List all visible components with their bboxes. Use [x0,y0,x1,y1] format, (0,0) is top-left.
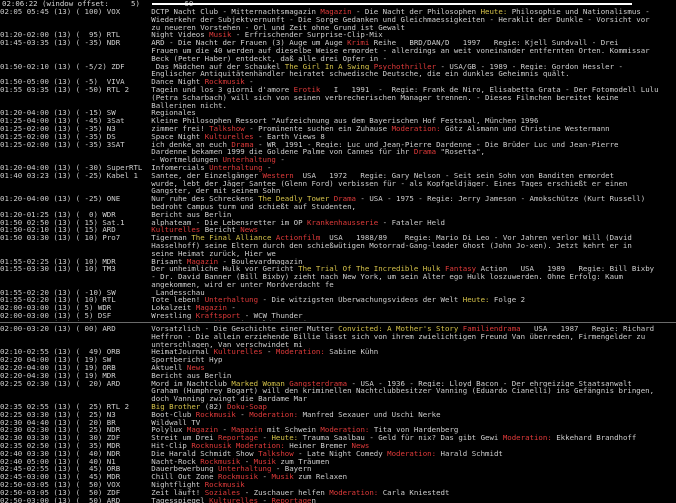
schedule-entry-line: 02:00-03:00 (13) ( 5) DSF Wrestling Kraf… [0,312,303,320]
schedule-entry-line: - Wortmeldungen Unterhaltung - [0,156,285,164]
schedule-entry-line: 01:50 03:30 (13) ( 10) Pro7 Tigerman The… [0,234,632,242]
schedule-entry-line: 02:30 02:30 (13) ( 25) NDR Polylux Magaz… [0,426,459,435]
schedule-entry-line: 02:45-02:55 (13) ( 45) ORB Dauerbewerbun… [0,465,312,474]
schedule-entry-line: 01:55-02:20 (13) ( 10) RTL Tote leben! U… [0,296,526,305]
schedule-entry-line: 02:10-02:55 (13) ( 49) ORB HeimatJournal… [0,348,379,357]
schedule-entry-line: 01:45-03:35 (13) ( -35) NDR ARD - Die Na… [0,39,619,47]
schedule-entry-line: Englischer Antiquitätenhändler heiratet … [0,70,570,79]
schedule-entry-line: Beck (Peter Haber) entdeckt, daß alle dr… [0,54,388,63]
schedule-entry-line: Hasselhoff) seine Eltern durch den schie… [0,241,632,250]
progress-rule [152,3,632,5]
schedule-entry-line: 02:50-03:05 (13) ( 50) ZDF Zeit läuft! S… [0,488,450,497]
status-bar: 02:06:22 (window offset: 5) 60 [0,0,676,7]
schedule-entry-line: 01:55 03:35 (13) ( -50) RTL 2 Tagein und… [0,85,659,94]
schedule-entry-line: - Dr. David Banner (Bill Bixby) zieht na… [0,273,623,281]
schedule-entry-line: 02:40 03:30 (13) ( 40) NDR Die Harald Sc… [0,449,503,458]
schedule-entry-line: 01:20-02:00 (13) ( 95) RTL Night Videos … [0,31,383,40]
schedule-entry-line: Heffron - Die allein erziehende Billie l… [0,332,646,341]
schedule-entry-line: 01:55-02:20 (13) ( -10) SW Landesschau [0,288,205,297]
schedule-entry-line: 01:25-04:00 (13) ( -45) 3Sat Kleine Phil… [0,117,539,125]
schedule-entry-line: 02:00-03:20 (13) ( 00) ARD Vorsatzlich -… [0,325,655,333]
schedule-entry-line: 01:20-04:00 (13) ( -30) SuperRTL Infomer… [0,163,272,172]
schedule-pane-top[interactable]: 02:05 05:45 (13) ( 100) VOX DCTP Nacht C… [0,8,676,321]
schedule-entry-line: 02:50-03:05 (13) ( 50) VOX Nightflight R… [0,480,245,489]
schedule-entry-line: Frauen um die 40 werden auf dieselbe Wei… [0,46,650,55]
schedule-entry-line: 02:35 02:55 (13) ( 25) RTL 2 Big Brother… [0,402,267,411]
schedule-entry-line: seine Heimat zurück, Hier we [0,249,276,258]
schedule-entry-line: 01:20-04:00 (13) ( -25) ONE Nur ruhe des… [0,195,646,203]
schedule-entry-line: Wiederkehr der Subjektvernunft - Die Sor… [0,15,650,24]
schedule-entry-line: bedroht Campus turm und schießt auf Stud… [0,202,356,211]
schedule-entry-line: 02:00-03:00 (13) ( 5) WDR Lokalzeit Maga… [0,304,236,313]
schedule-entry-line: zu neueren Vorstehen - Orl und Zeit ohne… [0,23,405,32]
schedule-entry-line: 01:50-05:00 (13) ( -5) VIVA Dance Night … [0,78,254,86]
schedule-entry-line: 01:50-02:10 (13) ( -5/2) ZDF Das Mädchen… [0,62,623,71]
schedule-entry-line: doch Vanning zwingt die Bardame Mar [0,395,308,403]
schedule-entry-line: wurde, lebt der Jäger Santee (Glenn Ford… [0,179,628,188]
schedule-entry-line: 02:30 04:40 (13) ( 20) BR Wildwall TV [0,418,201,427]
schedule-entry-line: Ballerinen nicht. [0,101,227,110]
schedule-entry-line: angekommen, wird er unter Mordverdacht f… [0,280,334,289]
schedule-entry-line: 02:20 04:00 (13) ( 19) SW Sportbericht H… [0,356,223,364]
pane-divider [0,322,676,323]
schedule-entry-line: 02:25 03:30 (13) ( 25) N3 Boot-Club Rock… [0,410,441,419]
schedule-entry-line: 01:55-03:30 (13) ( 10) TM3 Der unheimlic… [0,265,655,274]
schedule-entry-line: 02:50-03:00 (13) ( 50) ARD Tagesspiegel … [0,496,316,503]
schedule-entry-line: 01:50-02:10 (13) ( 15) ARD Kulturelles B… [0,226,259,235]
schedule-entry-line: unterschlagen, Van verschwindet mi [0,340,303,349]
schedule-entry-line: 02:25 02:30 (13) ( 20) ARD Mord im Nacht… [0,379,632,388]
schedule-entry-line: 02:40 05:00 (13) ( 40) N1 Nacht-Rock Roc… [0,457,330,466]
schedule-entry-line: 02:20-04:30 (13) ( 19) MDR Bericht aus B… [0,371,232,380]
schedule-entry-line: 02:20-04:00 (13) ( 19) ORB Aktuell News [0,363,205,372]
schedule-entry-line: 02:30 03:30 (13) ( 30) ZDF Streit um Dre… [0,434,637,442]
schedule-entry-line: 02:35 02:50 (13) ( 35) MDR Hit-Clip Rock… [0,441,370,450]
schedule-entry-line: 01:25-02:00 (13) ( -35) N3 zimmer frei! … [0,124,610,133]
schedule-entry-line: 01:55-02:25 (13) ( 10) MDR Brisant Magaz… [0,257,303,266]
schedule-entry-line: Graham (Humphrey Bogart) will den krimin… [0,387,655,396]
schedule-entry-line: 01:20-04:00 (13) ( -15) SW Regionales [0,109,196,118]
schedule-entry-line: Dardenne bekamen 1999 die Goldene Palme … [0,148,486,157]
schedule-entry-line: 02:00-03:00 (13) ( 5) DSF WM-1 - Rocknus… [0,320,676,321]
schedule-entry-line: 01:25-02:00 (13) ( -35) DS Space Night K… [0,132,325,141]
schedule-pane-bottom[interactable]: 02:00-03:20 (13) ( 00) ARD Vorsatzlich -… [0,325,676,503]
schedule-entry-line: 01:50 02:50 (13) ( 15) Sat.1 alphateam -… [0,218,445,227]
schedule-entry-line: 02:45-03:00 (13) ( 45) MDR Chill Out Zon… [0,473,348,481]
schedule-entry-line: 02:05 05:45 (13) ( 100) VOX DCTP Nacht C… [0,8,650,16]
schedule-entry-line: (Petra Scharbach) will sich von seinen v… [0,93,619,102]
schedule-entry-line: 01:25-02:00 (13) ( -35) 3SAT ich denke a… [0,140,619,149]
schedule-entry-line: 01:40 03:23 (13) ( -25) Kabel 1 Santee, … [0,171,615,180]
schedule-entry-line: 01:20-01:25 (13) ( 0) WDR Bericht aus Be… [0,210,232,219]
schedule-entry-line: Gangster, der mit seinem Sohn [0,187,281,196]
